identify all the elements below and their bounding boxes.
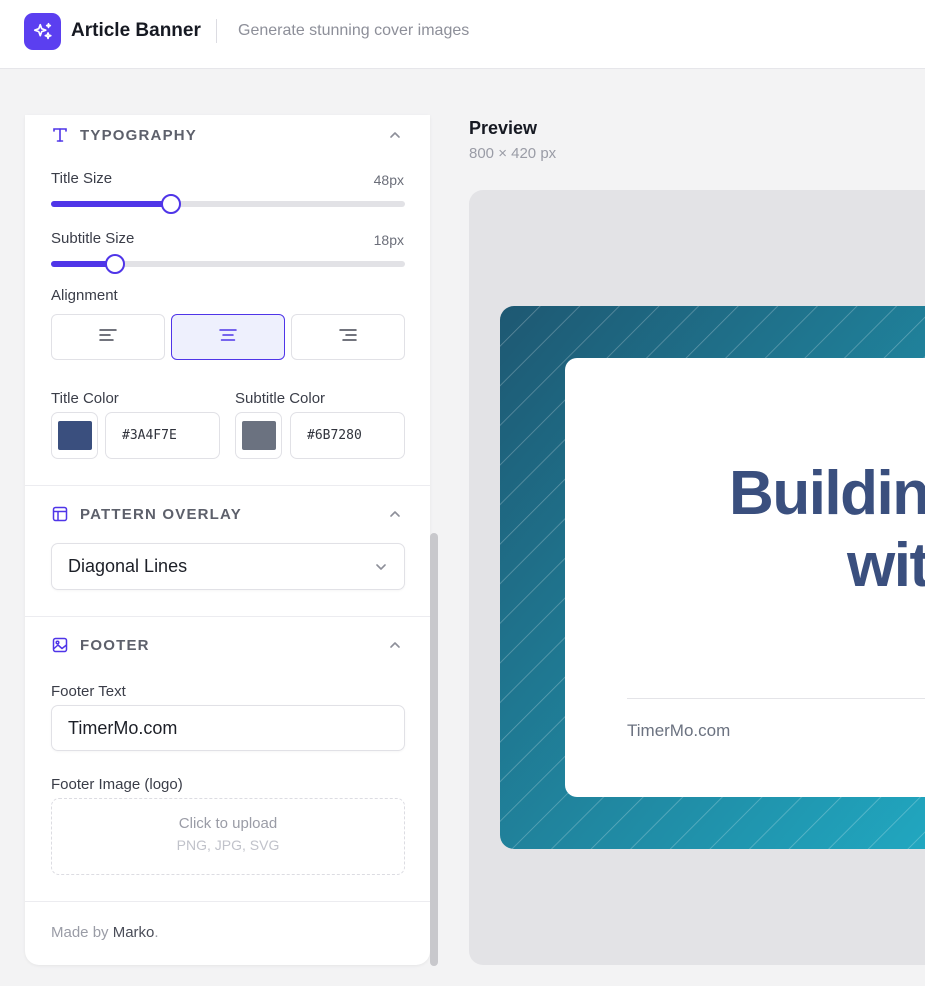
footer-image-label: Footer Image (logo) xyxy=(51,776,183,793)
pattern-select-value: Diagonal Lines xyxy=(68,556,188,576)
align-right-icon xyxy=(339,328,357,347)
title-color-label: Title Color xyxy=(51,390,119,407)
title-size-label: Title Size xyxy=(51,170,113,187)
banner-card: Building with TimerMo.com xyxy=(565,358,925,797)
sparkles-icon xyxy=(24,13,61,50)
footer-section-title: FOOTER xyxy=(80,636,150,654)
subtitle-size-label: Subtitle Size xyxy=(51,230,135,247)
title-size-slider[interactable] xyxy=(51,194,405,214)
title-size-slider-thumb[interactable] xyxy=(161,194,182,214)
chevron-up-icon[interactable] xyxy=(387,127,403,143)
banner-title-line-2: with xyxy=(847,531,925,600)
align-left-icon xyxy=(99,328,117,347)
credit-author[interactable]: Marko xyxy=(113,924,155,941)
title-color-swatch-fill xyxy=(57,421,92,450)
subtitle-color-hex-input[interactable]: #6B7280 xyxy=(290,412,405,459)
section-divider xyxy=(25,616,430,617)
align-center-icon xyxy=(219,328,237,347)
image-icon xyxy=(51,636,69,654)
layout-icon xyxy=(51,505,69,523)
settings-panel: TYPOGRAPHY Title Size 48px Subtitle Size… xyxy=(25,115,430,965)
subtitle-size-value: 18px xyxy=(373,232,404,248)
credit-suffix: . xyxy=(154,924,159,941)
credit-line: Made by Marko. xyxy=(51,924,159,941)
chevron-up-icon[interactable] xyxy=(387,637,403,653)
preview-size: 800 × 420 px xyxy=(469,145,557,162)
subtitle-color-swatch[interactable] xyxy=(235,412,282,459)
app-tagline: Generate stunning cover images xyxy=(238,22,470,39)
panel-scrollbar[interactable] xyxy=(430,533,438,966)
logo-upload-dropzone[interactable]: Click to upload PNG, JPG, SVG xyxy=(51,798,405,875)
chevron-down-icon xyxy=(374,560,388,574)
banner-title-line-1: Building xyxy=(729,459,925,528)
subtitle-color-label: Subtitle Color xyxy=(235,390,326,407)
footer-text-label: Footer Text xyxy=(51,683,126,700)
top-bar: Article Banner Generate stunning cover i… xyxy=(0,0,925,69)
banner-footer-rule xyxy=(627,698,925,699)
pattern-section-header[interactable]: PATTERN OVERLAY xyxy=(51,505,403,523)
upload-formats: PNG, JPG, SVG xyxy=(176,837,280,853)
pattern-select[interactable]: Diagonal Lines xyxy=(51,543,405,590)
upload-text: Click to upload xyxy=(178,815,278,832)
subtitle-size-slider-thumb[interactable] xyxy=(104,254,125,274)
app-title: Article Banner xyxy=(71,20,201,41)
title-color-swatch[interactable] xyxy=(51,412,98,459)
align-right-button[interactable] xyxy=(291,314,405,360)
title-size-slider-fill xyxy=(51,201,172,207)
section-divider xyxy=(25,485,430,486)
typography-icon xyxy=(51,126,69,144)
subtitle-size-slider[interactable] xyxy=(51,254,405,274)
banner-footer-text: TimerMo.com xyxy=(627,721,731,740)
footer-text-input[interactable]: TimerMo.com xyxy=(51,705,405,751)
subtitle-color-swatch-fill xyxy=(241,421,276,450)
title-color-hex-input[interactable]: #3A4F7E xyxy=(105,412,220,459)
preview-title: Preview xyxy=(469,118,538,138)
footer-section-header[interactable]: FOOTER xyxy=(51,636,403,654)
alignment-label: Alignment xyxy=(51,287,118,304)
typography-section-title: TYPOGRAPHY xyxy=(80,126,198,144)
pattern-section-title: PATTERN OVERLAY xyxy=(80,505,242,523)
chevron-up-icon[interactable] xyxy=(387,506,403,522)
title-size-value: 48px xyxy=(373,172,404,188)
typography-section-header[interactable]: TYPOGRAPHY xyxy=(51,126,403,144)
credit-prefix: Made by xyxy=(51,924,113,941)
header-divider xyxy=(216,19,217,43)
align-center-button[interactable] xyxy=(171,314,285,360)
align-left-button[interactable] xyxy=(51,314,165,360)
section-divider xyxy=(25,901,430,902)
banner-title: Building with xyxy=(625,458,925,602)
